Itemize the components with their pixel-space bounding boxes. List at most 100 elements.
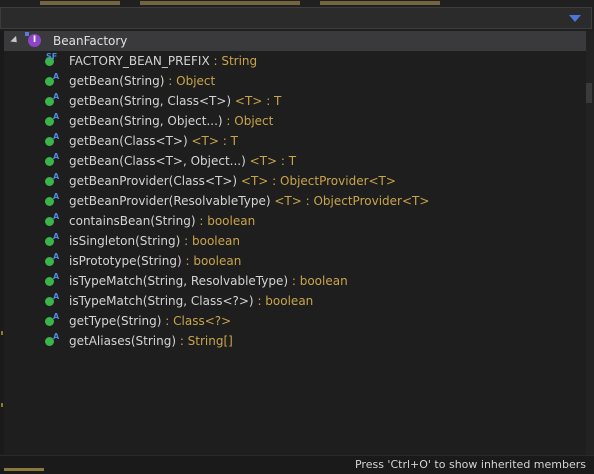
member-signature: getBeanProvider(ResolvableType) <T> : Ob…	[69, 194, 429, 208]
view-menu-dropdown-icon[interactable]	[569, 15, 581, 22]
member-signature: isTypeMatch(String, ResolvableType) : bo…	[69, 274, 348, 288]
member-list: SF FACTORY_BEAN_PREFIX : String AgetBean(S…	[4, 51, 586, 351]
member-name: containsBean(String)	[69, 214, 196, 228]
type-separator: :	[288, 274, 300, 288]
type-separator: :	[181, 254, 194, 268]
member-signature: getBean(String) : Object	[69, 74, 215, 88]
member-row[interactable]: AgetBean(String, Class<T>) <T> : T	[4, 91, 586, 111]
member-return-type: boolean	[193, 254, 242, 268]
member-row[interactable]: AgetBean(Class<T>, Object...) <T> : T	[4, 151, 586, 171]
member-return-type: ObjectProvider<T>	[280, 174, 396, 188]
member-row[interactable]: AgetType(String) : Class<?>	[4, 311, 586, 331]
member-row[interactable]: AgetBeanProvider(Class<T>) <T> : ObjectP…	[4, 171, 586, 191]
type-separator: :	[301, 194, 314, 208]
abstract-badge: A	[53, 312, 60, 321]
member-name: getAliases(String)	[69, 334, 176, 348]
member-return-type: boolean	[299, 274, 348, 288]
member-name: isTypeMatch(String, ResolvableType)	[69, 274, 289, 288]
filter-input[interactable]	[3, 9, 559, 27]
member-signature: getBeanProvider(Class<T>) <T> : ObjectPr…	[69, 174, 396, 188]
member-row[interactable]: AisPrototype(String) : boolean	[4, 251, 586, 271]
member-signature: getBean(String, Object...) : Object	[69, 114, 273, 128]
member-name: FACTORY_BEAN_PREFIX	[69, 54, 210, 68]
static-final-badge: SF	[46, 52, 58, 61]
root-label: BeanFactory	[53, 34, 128, 48]
type-separator: :	[209, 54, 222, 68]
member-return-type: Object	[176, 74, 216, 88]
quick-outline-panel: I BeanFactory SF FACTORY_BEAN_PREFIX : St…	[4, 31, 586, 455]
inherited-members-hint: Press 'Ctrl+O' to show inherited members	[354, 458, 586, 471]
type-separator: :	[180, 234, 192, 248]
interface-icon: I	[25, 32, 41, 47]
member-row[interactable]: AgetBeanProvider(ResolvableType) <T> : O…	[4, 191, 586, 211]
member-type-parameter: <T>	[234, 94, 263, 108]
editor-text-fragment	[40, 1, 120, 5]
member-signature: getType(String) : Class<?>	[69, 314, 231, 328]
abstract-badge: A	[53, 292, 60, 301]
collapse-toggle-icon[interactable]	[10, 35, 20, 46]
member-type-parameter: <T>	[240, 174, 269, 188]
member-signature: getBean(Class<T>) <T> : T	[69, 134, 238, 148]
member-return-type: ObjectProvider<T>	[313, 194, 430, 208]
gutter-marker	[1, 331, 3, 335]
member-name: getBeanProvider(Class<T>)	[69, 174, 238, 188]
type-separator: :	[268, 174, 281, 188]
member-signature: containsBean(String) : boolean	[69, 214, 255, 228]
member-row[interactable]: AisTypeMatch(String, Class<?>) : boolean	[4, 291, 586, 311]
member-name: getBean(String)	[69, 74, 165, 88]
abstract-badge: A	[53, 92, 60, 101]
member-row[interactable]: AgetBean(String) : Object	[4, 71, 586, 91]
status-bar: Press 'Ctrl+O' to show inherited members	[0, 455, 594, 474]
member-signature: isSingleton(String) : boolean	[69, 234, 240, 248]
member-row[interactable]: AisTypeMatch(String, ResolvableType) : b…	[4, 271, 586, 291]
member-name: isTypeMatch(String, Class<?>)	[69, 294, 254, 308]
member-name: getBean(Class<T>)	[69, 134, 188, 148]
tree-root-beanfactory[interactable]: I BeanFactory	[4, 31, 586, 51]
abstract-badge: A	[53, 112, 60, 121]
member-return-type: T	[274, 94, 282, 108]
editor-text-fragment	[4, 468, 44, 471]
editor-text-fragment	[320, 1, 440, 5]
abstract-badge: A	[53, 252, 60, 261]
member-name: getType(String)	[69, 314, 162, 328]
member-type-parameter: <T>	[249, 154, 278, 168]
public-modifier-icon	[25, 32, 29, 36]
member-row[interactable]: AgetBean(String, Object...) : Object	[4, 111, 586, 131]
scrollbar-thumb[interactable]	[586, 83, 592, 103]
abstract-badge: A	[53, 272, 60, 281]
abstract-badge: A	[53, 172, 60, 181]
member-return-type: boolean	[191, 234, 240, 248]
member-return-type: T	[288, 154, 297, 168]
member-name: isPrototype(String)	[69, 254, 182, 268]
member-row[interactable]: SF FACTORY_BEAN_PREFIX : String	[4, 51, 586, 71]
type-separator: :	[195, 214, 208, 228]
editor-text-fragment	[140, 1, 300, 5]
member-signature: getAliases(String) : String[]	[69, 334, 233, 348]
type-separator: :	[262, 94, 275, 108]
member-return-type: boolean	[207, 214, 256, 228]
member-name: getBeanProvider(ResolvableType)	[69, 194, 271, 208]
member-name: getBean(String, Class<T>)	[69, 94, 232, 108]
member-return-type: boolean	[265, 294, 314, 308]
member-row[interactable]: AgetAliases(String) : String[]	[4, 331, 586, 351]
editor-top-strip	[0, 0, 594, 7]
member-name: getBean(Class<T>, Object...)	[69, 154, 246, 168]
vertical-scrollbar[interactable]	[586, 31, 594, 455]
quick-outline-filter	[0, 7, 592, 29]
gutter-marker	[1, 403, 3, 407]
member-return-type: Class<?>	[173, 314, 232, 328]
member-name: getBean(String, Object...)	[69, 114, 223, 128]
member-signature: getBean(String, Class<T>) <T> : T	[69, 94, 281, 108]
member-row[interactable]: AisSingleton(String) : boolean	[4, 231, 586, 251]
member-return-type: T	[230, 134, 238, 148]
member-name: isSingleton(String)	[69, 234, 181, 248]
abstract-badge: A	[53, 132, 60, 141]
member-row[interactable]: AgetBean(Class<T>) <T> : T	[4, 131, 586, 151]
member-row[interactable]: AcontainsBean(String) : boolean	[4, 211, 586, 231]
abstract-badge: A	[53, 212, 60, 221]
member-signature: isTypeMatch(String, Class<?>) : boolean	[69, 294, 313, 308]
type-separator: :	[161, 314, 174, 328]
member-type-parameter: <T>	[191, 134, 219, 148]
member-type-parameter: <T>	[274, 194, 302, 208]
abstract-badge: A	[53, 332, 60, 341]
